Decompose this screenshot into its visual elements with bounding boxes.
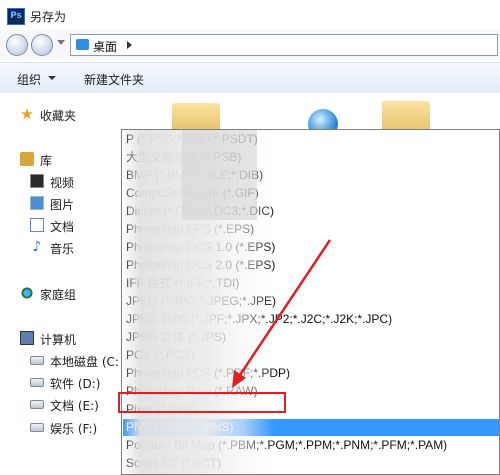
- annotation-arrow: [232, 239, 332, 388]
